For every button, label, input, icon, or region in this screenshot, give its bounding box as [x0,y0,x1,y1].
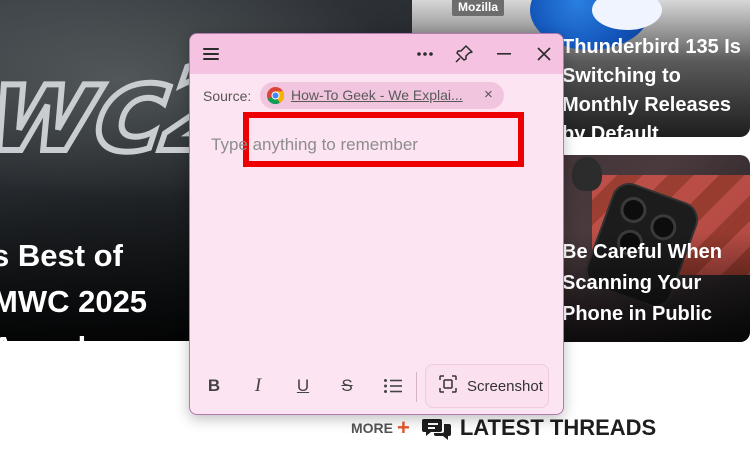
hamburger-menu-icon[interactable] [196,39,226,69]
screenshot-label: Screenshot [467,377,543,395]
bold-button[interactable]: B [198,371,230,401]
more-options-icon[interactable] [410,39,440,69]
source-chip[interactable]: How-To Geek - We Explai... × [260,82,504,109]
underline-button[interactable]: U [287,371,319,401]
latest-threads-title: LATEST THREADS [459,415,657,440]
sticky-note-window[interactable]: Source: How-To Geek - We Explai... × Typ… [189,33,564,415]
desktop-stage: wc2 s Best of MWC 2025 Awards Mozilla Th… [0,0,750,450]
note-titlebar[interactable] [190,34,563,74]
article-headline[interactable]: Be Careful When Scanning Your Phone in P… [562,237,750,330]
category-badge[interactable]: Mozilla [452,0,505,16]
source-label: Source: [203,88,252,104]
strikethrough-button[interactable]: S [331,371,363,401]
minimize-icon[interactable] [489,39,519,69]
pin-icon[interactable] [449,39,479,69]
screenshot-button[interactable]: Screenshot [425,364,549,408]
note-text-input[interactable]: Type anything to remember [211,135,418,155]
italic-button[interactable]: I [242,371,274,401]
source-link[interactable]: How-To Geek - We Explai... [291,87,476,103]
more-link[interactable]: MORE [351,420,393,436]
article-headline[interactable]: s Best of MWC 2025 Awards [0,233,202,341]
source-row: Source: How-To Geek - We Explai... × [190,78,563,167]
formatting-toolbar: B I U S Screenshot [190,364,563,408]
close-icon[interactable] [529,39,559,69]
latest-threads-header: MORE + LATEST THREADS [351,413,656,443]
toolbar-divider [416,372,417,402]
chat-bubbles-icon [421,417,452,440]
chrome-icon [266,86,285,110]
plus-icon[interactable]: + [397,417,410,439]
remove-source-icon[interactable]: × [484,86,493,103]
camera-lens-image [616,193,651,227]
screenshot-icon [439,374,457,398]
bulleted-list-icon[interactable] [377,371,409,401]
article-headline[interactable]: Thunderbird 135 Is Switching to Monthly … [562,33,750,137]
hacker-figure-image [572,157,602,191]
